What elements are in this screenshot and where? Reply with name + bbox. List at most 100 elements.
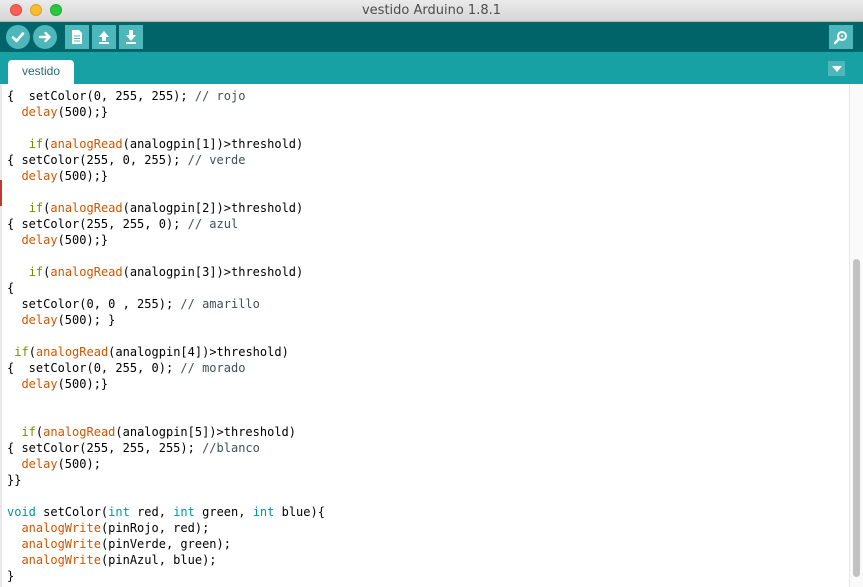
code-token: //blanco — [202, 441, 260, 455]
code-token: // amarillo — [180, 297, 260, 311]
right-arrow-icon — [38, 31, 51, 43]
code-token: delay — [21, 457, 58, 471]
verify-button[interactable] — [6, 25, 30, 49]
new-sketch-button[interactable] — [65, 25, 89, 49]
tab-bar: vestido — [0, 52, 863, 84]
code-token: void — [7, 505, 36, 519]
code-token: (500);} — [57, 233, 109, 247]
code-line: void setColor(int red, int green, int bl… — [7, 504, 325, 520]
code-line: delay(500);} — [7, 376, 108, 392]
code-token: delay — [21, 233, 58, 247]
code-token: { setColor(255, 255, 255); — [7, 441, 203, 455]
code-token: { setColor(0, 255, 0); — [7, 361, 181, 375]
code-token: { setColor(0, 255, 255); — [7, 89, 195, 103]
code-token: { — [7, 281, 15, 295]
code-token: // rojo — [194, 89, 246, 103]
code-token: analogWrite — [21, 537, 101, 551]
code-token: analogRead — [50, 137, 123, 151]
code-token: analogRead — [35, 345, 109, 359]
code-token: if — [21, 425, 36, 439]
code-line: delay(500);} — [7, 168, 108, 184]
open-button[interactable] — [92, 25, 116, 49]
code-token: }} — [7, 473, 22, 487]
code-token: // morado — [180, 361, 246, 375]
code-token: // azul — [187, 217, 239, 231]
code-token: int — [173, 505, 195, 519]
code-line: delay(500);} — [7, 232, 108, 248]
code-line: setColor(0, 0 , 255); // amarillo — [7, 296, 260, 312]
chevron-down-icon — [831, 65, 842, 72]
code-line: delay(500);} — [7, 104, 108, 120]
scrollbar-thumb[interactable] — [853, 259, 860, 577]
code-line: if(analogRead(analogpin[4])>threshold) — [7, 344, 289, 360]
code-token: if — [14, 345, 29, 359]
code-line: { setColor(0, 255, 255); // rojo — [7, 88, 245, 104]
tab-vestido[interactable]: vestido — [8, 60, 75, 84]
code-token: (500);} — [57, 169, 109, 183]
editor-scrollbar[interactable] — [849, 84, 863, 587]
serial-monitor-button[interactable] — [829, 25, 853, 49]
code-editor[interactable]: { setColor(0, 255, 255); // rojo delay(5… — [0, 84, 849, 587]
code-token: blue){ — [274, 505, 325, 519]
code-token: analogRead — [50, 201, 123, 215]
code-line: { — [7, 280, 14, 296]
check-icon — [11, 32, 25, 43]
code-line: if(analogRead(analogpin[3])>threshold) — [7, 264, 304, 280]
code-token: if — [28, 137, 44, 151]
code-line: if(analogRead(analogpin[2])>threshold) — [7, 200, 304, 216]
editor-edge-marker — [0, 180, 2, 206]
code-token: // verde — [187, 153, 246, 167]
code-line: }} — [7, 472, 21, 488]
code-line: { setColor(255, 255, 0); // azul — [7, 216, 238, 232]
code-token: (500); — [57, 457, 101, 471]
down-arrow-icon — [126, 30, 136, 44]
code-token: (analogpin[2])>threshold) — [122, 201, 304, 215]
code-line: delay(500); } — [7, 312, 115, 328]
code-token: int — [108, 505, 130, 519]
new-file-icon — [72, 30, 82, 44]
code-token: int — [252, 505, 275, 519]
code-line: analogWrite(pinRojo, red); — [7, 520, 209, 536]
upload-button[interactable] — [33, 25, 57, 49]
code-token: delay — [21, 105, 58, 119]
code-token: (pinRojo, red); — [100, 521, 210, 535]
code-token: (pinAzul, blue); — [100, 553, 217, 567]
code-line: } — [7, 568, 14, 584]
code-token: delay — [21, 169, 58, 183]
code-line: analogWrite(pinAzul, blue); — [7, 552, 217, 568]
save-button[interactable] — [119, 25, 143, 49]
code-token: if — [28, 201, 44, 215]
toolbar — [0, 22, 863, 52]
code-token: analogWrite — [21, 553, 101, 567]
window-titlebar: vestido Arduino 1.8.1 — [0, 0, 863, 22]
code-token: if — [28, 265, 44, 279]
code-token: (analogpin[4])>threshold) — [108, 345, 289, 359]
code-line: { setColor(0, 255, 0); // morado — [7, 360, 245, 376]
code-token: (pinVerde, green); — [100, 537, 231, 551]
code-line: { setColor(255, 255, 255); //blanco — [7, 440, 260, 456]
code-token: (500);} — [57, 105, 109, 119]
tab-menu-button[interactable] — [828, 61, 845, 76]
editor-left-edge — [0, 84, 2, 587]
code-token: } — [7, 569, 15, 583]
code-token: green, — [194, 505, 253, 519]
code-line: if(analogRead(analogpin[1])>threshold) — [7, 136, 304, 152]
code-token: (500);} — [57, 377, 109, 391]
code-token: analogRead — [43, 425, 116, 439]
up-arrow-icon — [99, 31, 109, 44]
code-token: delay — [21, 377, 58, 391]
code-token: red, — [129, 505, 174, 519]
code-token: { setColor(255, 255, 0); — [7, 217, 188, 231]
code-token: { setColor(255, 0, 255); — [7, 153, 188, 167]
code-token: (500); } — [57, 313, 116, 327]
